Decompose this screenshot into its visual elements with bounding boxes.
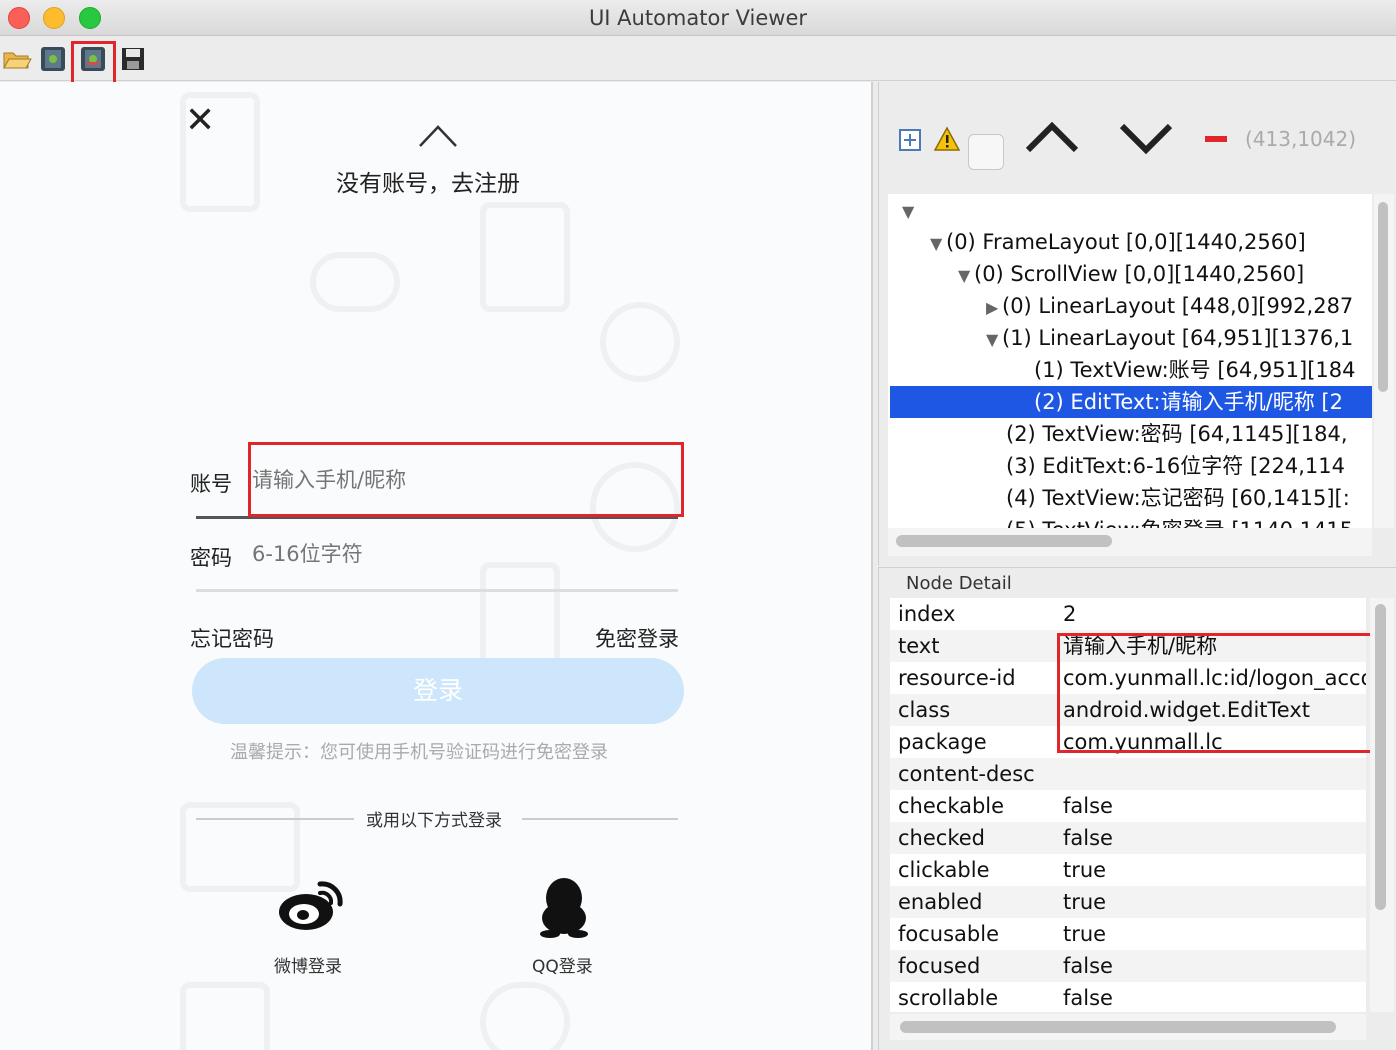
background-pattern — [600, 302, 680, 382]
chevron-down-icon[interactable] — [1118, 120, 1174, 156]
detail-row: focusable true — [898, 922, 1107, 946]
divider-line — [196, 818, 354, 820]
minus-icon[interactable] — [1205, 136, 1227, 142]
tree-root-twisty[interactable]: ▼ — [902, 194, 918, 226]
tree-row[interactable]: ▶ (0) LinearLayout [448,0][992,287 — [986, 290, 1353, 322]
background-pattern — [480, 982, 570, 1050]
password-label: 密码 — [190, 546, 232, 570]
scrollbar-thumb[interactable] — [1378, 202, 1388, 392]
scrollbar-thumb[interactable] — [1375, 604, 1386, 910]
detail-row: clickable true — [898, 858, 1107, 882]
main-toolbar — [0, 37, 1396, 81]
toolbar-highlight-box — [71, 41, 116, 88]
weibo-icon[interactable] — [276, 878, 346, 934]
device-screenshot-pane[interactable]: ✕ 没有账号，去注册 账号 密码 忘记密码 免密登录 登录 温馨提示：您可使用手… — [0, 82, 873, 1050]
detail-vertical-scrollbar[interactable] — [1370, 598, 1394, 1012]
detail-highlight-box — [1057, 633, 1375, 753]
tree-row[interactable]: (3) EditText:6-16位字符 [224,114 — [1006, 450, 1345, 482]
chevron-up-icon[interactable] — [1024, 120, 1080, 156]
qq-icon[interactable] — [536, 876, 592, 938]
detail-row: enabled true — [890, 886, 1366, 918]
twisty-expanded-icon[interactable]: ▼ — [930, 228, 946, 260]
chevron-up-icon[interactable] — [418, 124, 458, 148]
forgot-password-link[interactable]: 忘记密码 — [190, 623, 274, 653]
detail-row: scrollable false — [898, 986, 1113, 1010]
expand-all-icon[interactable] — [898, 128, 922, 152]
qq-login-label[interactable]: QQ登录 — [532, 952, 593, 977]
detail-row: checked false — [890, 822, 1366, 854]
tree-row[interactable]: (4) TextView:忘记密码 [60,1415][: — [1006, 482, 1350, 514]
background-pattern — [180, 982, 270, 1050]
detail-horizontal-scrollbar[interactable] — [890, 1014, 1366, 1040]
weibo-login-label[interactable]: 微博登录 — [274, 952, 342, 977]
save-icon[interactable] — [118, 45, 148, 73]
twisty-expanded-icon[interactable]: ▼ — [958, 260, 974, 292]
device-screenshot-icon[interactable] — [38, 45, 68, 73]
selected-node-highlight-box — [248, 442, 684, 517]
warning-icon[interactable] — [934, 126, 960, 152]
password-input[interactable] — [252, 542, 672, 566]
tree-horizontal-scrollbar[interactable] — [888, 528, 1372, 556]
close-icon[interactable]: ✕ — [185, 100, 215, 141]
toggle-nav-checkbox[interactable] — [968, 134, 1004, 170]
node-detail-title: Node Detail — [906, 573, 1012, 594]
login-hint: 温馨提示：您可使用手机号验证码进行免密登录 — [230, 742, 608, 763]
background-pattern — [310, 252, 400, 312]
scrollbar-thumb[interactable] — [900, 1021, 1336, 1033]
tree-row-selected[interactable]: (2) EditText:请输入手机/昵称 [2 — [890, 386, 1372, 418]
window-title: UI Automator Viewer — [588, 6, 808, 30]
open-folder-icon[interactable] — [2, 45, 32, 73]
twisty-collapsed-icon[interactable]: ▶ — [986, 292, 1002, 324]
detail-row: index 2 — [898, 602, 1077, 626]
tree-vertical-scrollbar[interactable] — [1374, 194, 1394, 528]
cursor-coordinates: (413,1042) — [1245, 127, 1357, 151]
detail-row: focused false — [890, 950, 1366, 982]
password-underline — [196, 589, 678, 592]
tree-row[interactable]: (2) TextView:密码 [64,1145][184, — [1006, 418, 1348, 450]
tree-row[interactable]: ▼ (0) FrameLayout [0,0][1440,2560] — [930, 226, 1306, 258]
divider-line — [522, 818, 678, 820]
scrollbar-thumb[interactable] — [896, 535, 1112, 547]
alt-login-divider-text: 或用以下方式登录 — [366, 811, 502, 831]
window-titlebar: UI Automator Viewer — [0, 0, 1396, 36]
tree-row[interactable]: (1) TextView:账号 [64,951][184 — [1034, 354, 1355, 386]
register-link[interactable]: 没有账号，去注册 — [336, 164, 520, 198]
hierarchy-tree[interactable]: ▼ ▼ (0) FrameLayout [0,0][1440,2560] ▼ (0)… — [888, 194, 1372, 528]
tree-row[interactable]: (5) TextView:免密登录 [1140,1415 — [1006, 514, 1353, 528]
tree-row[interactable]: ▼ (1) LinearLayout [64,951][1376,1 — [986, 322, 1353, 354]
background-pattern — [480, 202, 570, 312]
tree-row[interactable]: ▼ (0) ScrollView [0,0][1440,2560] — [958, 258, 1304, 290]
detail-row: content-desc — [890, 758, 1366, 790]
account-label: 账号 — [190, 472, 232, 496]
no-password-login-link[interactable]: 免密登录 — [595, 623, 679, 653]
login-button[interactable]: 登录 — [192, 658, 684, 724]
detail-row: checkable false — [898, 794, 1113, 818]
twisty-expanded-icon[interactable]: ▼ — [986, 324, 1002, 356]
background-pattern — [480, 562, 560, 672]
